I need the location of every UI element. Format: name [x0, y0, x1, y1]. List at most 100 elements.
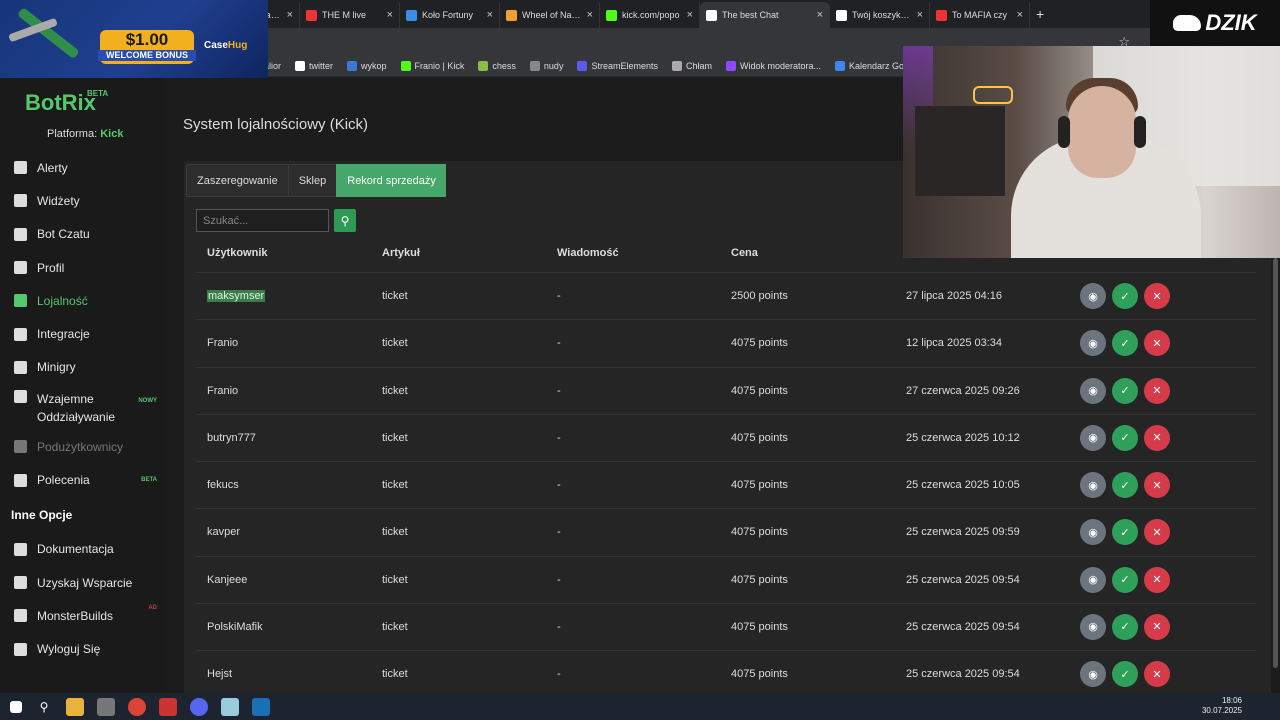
row-user[interactable]: Hejst: [207, 668, 232, 680]
browser-tab[interactable]: Twój koszyk - V ×: [830, 2, 930, 28]
reject-button[interactable]: ✕: [1144, 377, 1170, 404]
approve-button[interactable]: ✓: [1112, 424, 1138, 451]
reject-button[interactable]: ✕: [1144, 566, 1170, 593]
row-user[interactable]: maksymser: [207, 290, 266, 303]
new-tab-icon[interactable]: +: [1036, 6, 1044, 22]
sidebar-item[interactable]: Bot Czatu: [0, 218, 167, 251]
browser-tab[interactable]: kick.com/popo ×: [600, 2, 700, 28]
approve-button[interactable]: ✓: [1112, 283, 1138, 310]
search-button[interactable]: ⚲: [334, 209, 356, 232]
view-button[interactable]: ◉: [1080, 566, 1106, 593]
row-item: ticket: [382, 384, 408, 397]
app-icon-3[interactable]: [190, 697, 208, 716]
approve-button[interactable]: ✓: [1112, 519, 1138, 546]
column-header[interactable]: Wiadomość: [557, 247, 619, 259]
view-button[interactable]: ◉: [1080, 613, 1106, 640]
view-button[interactable]: ◉: [1080, 519, 1106, 546]
row-user[interactable]: butryn777: [207, 432, 256, 444]
chrome-icon[interactable]: [128, 697, 146, 716]
tab-close-icon[interactable]: ×: [487, 9, 493, 21]
sidebar-item[interactable]: MonsterBuilds AD: [0, 599, 167, 632]
view-button[interactable]: ◉: [1080, 472, 1106, 499]
windows-start-icon[interactable]: [10, 700, 22, 713]
column-header[interactable]: Użytkownik: [207, 247, 268, 259]
sidebar-item[interactable]: Integracje: [0, 317, 167, 350]
browser-tab[interactable]: Koło Fortuny ×: [400, 2, 500, 28]
reject-button[interactable]: ✕: [1144, 283, 1170, 310]
tab-favicon-icon: [406, 9, 417, 21]
bookmark-item[interactable]: chess: [478, 60, 516, 71]
tab-close-icon[interactable]: ×: [287, 9, 293, 21]
scroll-thumb[interactable]: [1273, 258, 1278, 668]
tab-close-icon[interactable]: ×: [1017, 9, 1023, 21]
casino-ad-banner[interactable]: $1.00 WELCOME BONUS CaseHug: [0, 0, 268, 78]
reject-button[interactable]: ✕: [1144, 424, 1170, 451]
sidebar-item[interactable]: Alerty: [0, 151, 167, 184]
tab-close-icon[interactable]: ×: [587, 9, 593, 21]
app-icon-4[interactable]: [221, 697, 239, 716]
sidebar-item[interactable]: Polecenia BETA: [0, 463, 167, 496]
system-clock[interactable]: 18:06 30.07.2025: [1202, 696, 1242, 716]
browser-tab[interactable]: THE M live ×: [300, 2, 400, 28]
reject-button[interactable]: ✕: [1144, 661, 1170, 688]
approve-button[interactable]: ✓: [1112, 377, 1138, 404]
approve-button[interactable]: ✓: [1112, 566, 1138, 593]
bookmark-item[interactable]: nudy: [529, 60, 563, 71]
row-user[interactable]: fekucs: [207, 479, 239, 491]
browser-tab[interactable]: Wheel of Names ×: [500, 2, 600, 28]
app-icon-2[interactable]: [159, 697, 177, 716]
sidebar-item[interactable]: Widżety: [0, 184, 167, 217]
view-button[interactable]: ◉: [1080, 424, 1106, 451]
view-button[interactable]: ◉: [1080, 283, 1106, 310]
reject-button[interactable]: ✕: [1144, 613, 1170, 640]
sidebar-item[interactable]: Podużytkownicy: [0, 430, 167, 463]
view-button[interactable]: ◉: [1080, 661, 1106, 688]
search-input[interactable]: Szukać...: [196, 209, 329, 232]
row-message: -: [557, 337, 561, 350]
steam-icon[interactable]: [252, 697, 270, 716]
row-user[interactable]: PolskiMafik: [207, 621, 263, 633]
row-user[interactable]: Kanjeee: [207, 574, 247, 586]
reject-button[interactable]: ✕: [1144, 330, 1170, 357]
tab-close-icon[interactable]: ×: [917, 9, 923, 21]
approve-button[interactable]: ✓: [1112, 613, 1138, 640]
app-icon-1[interactable]: [97, 697, 115, 716]
view-button[interactable]: ◉: [1080, 377, 1106, 404]
sidebar-item[interactable]: Wyloguj Się: [0, 633, 167, 666]
tab-close-icon[interactable]: ×: [817, 9, 823, 21]
sidebar-item[interactable]: Profil: [0, 251, 167, 284]
bookmark-item[interactable]: twitter: [295, 60, 333, 71]
tab-close-icon[interactable]: ×: [687, 9, 693, 21]
sidebar-item[interactable]: Dokumentacja: [0, 533, 167, 566]
file-explorer-icon[interactable]: [66, 697, 84, 716]
reject-button[interactable]: ✕: [1144, 472, 1170, 499]
bookmark-item[interactable]: Chłam: [671, 60, 712, 71]
bookmark-item[interactable]: StreamElements: [577, 60, 658, 71]
row-user[interactable]: Franio: [207, 337, 238, 349]
tab-close-icon[interactable]: ×: [387, 9, 393, 21]
tab-1[interactable]: Sklep: [287, 164, 337, 197]
row-user[interactable]: Franio: [207, 385, 238, 397]
approve-button[interactable]: ✓: [1112, 330, 1138, 357]
close-icon: ✕: [1152, 432, 1162, 445]
browser-tab[interactable]: The best Chat ×: [700, 2, 830, 28]
sidebar-item[interactable]: Minigry: [0, 351, 167, 384]
browser-tab[interactable]: To MAFIA czy ×: [930, 2, 1030, 28]
approve-button[interactable]: ✓: [1112, 472, 1138, 499]
reject-button[interactable]: ✕: [1144, 519, 1170, 546]
column-header[interactable]: Artykuł: [382, 247, 420, 259]
sidebar-item[interactable]: Lojalność: [0, 284, 167, 317]
sidebar-item[interactable]: Uzyskaj Wsparcie: [0, 566, 167, 599]
sidebar-item[interactable]: Wzajemne Oddziaływanie NOWY: [0, 384, 167, 430]
approve-button[interactable]: ✓: [1112, 661, 1138, 688]
row-user[interactable]: kavper: [207, 526, 240, 538]
bookmark-item[interactable]: wykop: [347, 60, 387, 71]
column-header[interactable]: Cena: [731, 247, 758, 259]
view-button[interactable]: ◉: [1080, 330, 1106, 357]
tab-2[interactable]: Rekord sprzedaży: [336, 164, 446, 197]
botrix-logo[interactable]: BotRix: [25, 90, 96, 116]
search-taskbar-icon[interactable]: ⚲: [35, 698, 53, 716]
bookmark-item[interactable]: Widok moderatora...: [726, 60, 821, 71]
tab-0[interactable]: Zaszeregowanie: [186, 164, 288, 197]
bookmark-item[interactable]: Franio | Kick: [400, 60, 464, 71]
